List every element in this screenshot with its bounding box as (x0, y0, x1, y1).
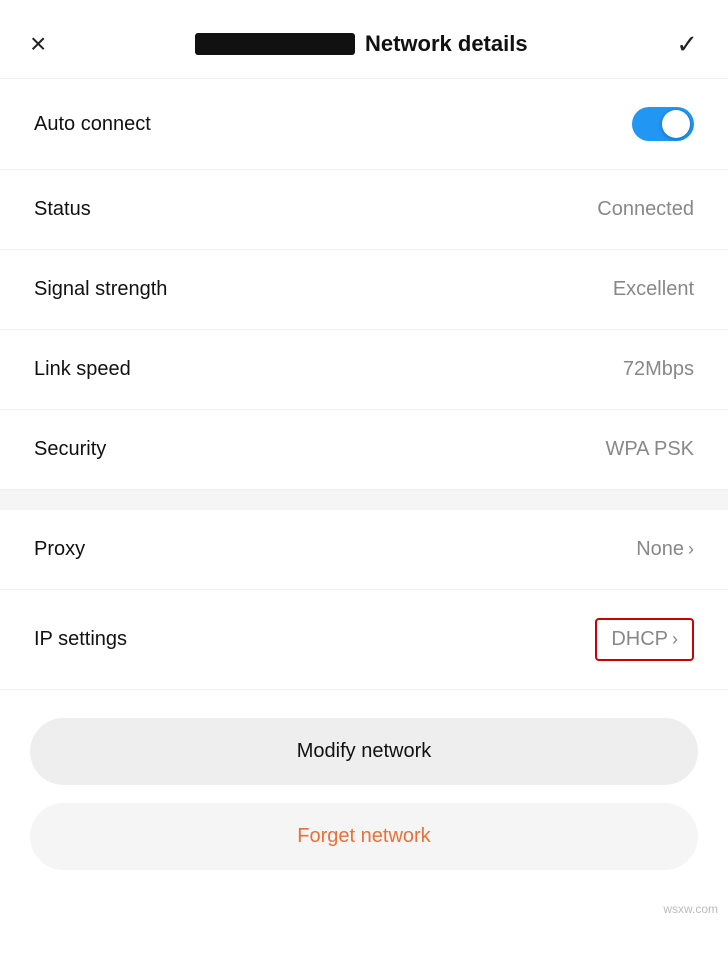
ip-settings-value: DHCP (611, 628, 668, 651)
buttons-area: Modify network Forget network (0, 690, 728, 898)
section-divider (0, 490, 728, 510)
security-value: WPA PSK (605, 438, 694, 461)
auto-connect-row: Auto connect (0, 79, 728, 170)
status-label: Status (34, 198, 91, 221)
link-speed-value: 72Mbps (623, 358, 694, 381)
toggle-thumb (662, 110, 690, 138)
header-center: Network details (46, 31, 676, 57)
forget-network-button[interactable]: Forget network (30, 803, 698, 870)
signal-strength-value: Excellent (613, 278, 694, 301)
link-speed-row: Link speed 72Mbps (0, 330, 728, 410)
auto-connect-toggle[interactable] (632, 107, 694, 141)
proxy-value: None › (636, 538, 694, 561)
proxy-arrow-icon: › (688, 539, 694, 560)
ip-settings-arrow-icon: › (672, 629, 678, 650)
network-name-redacted (195, 33, 355, 55)
auto-connect-label: Auto connect (34, 113, 151, 136)
status-row: Status Connected (0, 170, 728, 250)
link-speed-label: Link speed (34, 358, 131, 381)
security-label: Security (34, 438, 106, 461)
status-value: Connected (597, 198, 694, 221)
modify-network-button[interactable]: Modify network (30, 718, 698, 785)
ip-settings-row[interactable]: IP settings DHCP › (0, 590, 728, 690)
close-button[interactable]: × (30, 28, 46, 60)
page-title: Network details (365, 31, 528, 57)
security-row: Security WPA PSK (0, 410, 728, 490)
proxy-label: Proxy (34, 538, 85, 561)
proxy-row[interactable]: Proxy None › (0, 510, 728, 590)
signal-strength-label: Signal strength (34, 278, 167, 301)
ip-settings-label: IP settings (34, 628, 127, 651)
toggle-track (632, 107, 694, 141)
confirm-button[interactable]: ✓ (676, 29, 698, 60)
header: × Network details ✓ (0, 0, 728, 79)
watermark: wsxw.com (663, 898, 728, 924)
signal-strength-row: Signal strength Excellent (0, 250, 728, 330)
ip-settings-value-box[interactable]: DHCP › (595, 618, 694, 661)
